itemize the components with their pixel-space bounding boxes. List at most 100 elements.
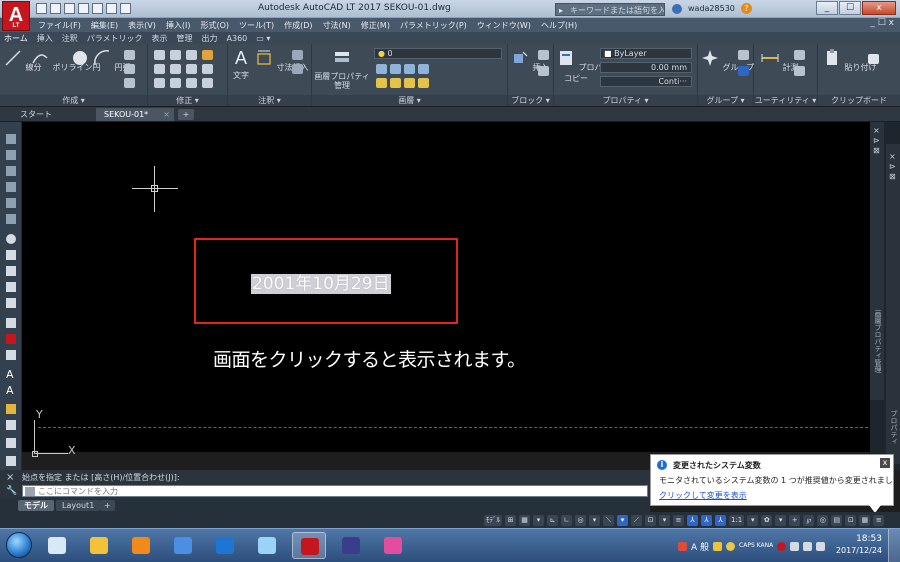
panel-annotation-title[interactable]: 注釈 ▾: [228, 95, 311, 106]
start-button[interactable]: [6, 532, 32, 558]
tab-annotate[interactable]: 注釈: [62, 33, 78, 44]
status-tool-15-icon[interactable]: ⅄: [701, 514, 712, 526]
status-tool-0-icon[interactable]: ﾓﾃﾞﾙ: [484, 514, 502, 526]
palette-a-controls[interactable]: × ⊳ ⊠: [873, 126, 880, 156]
stretch-icon[interactable]: [154, 78, 165, 88]
draw-tool-2-icon[interactable]: [6, 150, 16, 160]
user-icon[interactable]: [672, 3, 682, 14]
panel-clipboard-title[interactable]: クリップボード: [818, 95, 900, 106]
status-tool-18-icon[interactable]: ▾: [747, 514, 759, 526]
drawing-canvas[interactable]: 2001年10月29日 画面をクリックすると表示されます。 Y X: [22, 122, 870, 457]
edit-block-icon[interactable]: [538, 66, 549, 76]
properties-button[interactable]: プロパティ コピー: [556, 48, 618, 84]
leader-tool-icon[interactable]: [6, 404, 16, 414]
menu-view[interactable]: 表示(V): [128, 20, 156, 31]
rotate-icon[interactable]: [170, 50, 181, 60]
file-manager-app-button[interactable]: [82, 532, 116, 559]
id-point-icon[interactable]: [794, 50, 805, 60]
erase-icon[interactable]: [202, 50, 213, 60]
app-4-button[interactable]: [166, 532, 200, 559]
layer-tool-3-icon[interactable]: [404, 64, 415, 74]
draw-tool-5-icon[interactable]: [6, 198, 16, 208]
copy-clip-icon[interactable]: [868, 54, 879, 64]
color-dropdown[interactable]: ■ ByLayer: [600, 48, 692, 59]
app-menu-logo[interactable]: A LT: [2, 1, 30, 31]
layer-tool-5-icon[interactable]: [376, 78, 387, 88]
menu-insert[interactable]: 挿入(I): [166, 20, 191, 31]
menu-format[interactable]: 形式(O): [200, 20, 229, 31]
notification-link[interactable]: クリックして変更を表示: [659, 490, 747, 501]
lineweight-dropdown[interactable]: 0.00 mm: [600, 62, 692, 73]
open-icon[interactable]: [50, 3, 61, 14]
status-tool-23-icon[interactable]: ◎: [817, 514, 829, 526]
layer-properties-palette[interactable]: × ⊳ ⊠ 画層プロパティ管理: [870, 122, 884, 400]
offset-icon[interactable]: [202, 78, 213, 88]
properties-palette[interactable]: × ⊳ ⊠ プロパティ: [886, 144, 900, 464]
trim-tool-icon[interactable]: [6, 298, 16, 308]
draw-tool-3-icon[interactable]: [6, 166, 16, 176]
gradient-icon[interactable]: [124, 78, 135, 88]
tab-insert[interactable]: 挿入: [37, 33, 53, 44]
circle-tool-icon[interactable]: [6, 234, 16, 244]
layer-tool-4-icon[interactable]: [418, 64, 429, 74]
ime-indicator[interactable]: A 般: [691, 540, 709, 553]
close-tab-icon[interactable]: ×: [163, 108, 170, 121]
layer-tool-2-icon[interactable]: [390, 64, 401, 74]
line-button[interactable]: 線分: [3, 48, 42, 73]
file-tab-start[interactable]: スタート: [12, 108, 60, 121]
tab-layout1[interactable]: Layout1: [56, 500, 101, 511]
panel-properties-title[interactable]: プロパティ ▾: [554, 95, 697, 106]
linetype-dropdown[interactable]: Conti···: [600, 76, 692, 87]
tab-output[interactable]: 出力: [202, 33, 218, 44]
status-tool-1-icon[interactable]: ⊞: [505, 514, 516, 526]
menu-tools[interactable]: ツール(T): [239, 20, 274, 31]
modify-tool-1-icon[interactable]: [6, 318, 16, 328]
firefox-app-button[interactable]: [124, 532, 158, 559]
add-layout-button[interactable]: +: [100, 500, 115, 511]
menu-help[interactable]: ヘルプ(H): [541, 20, 577, 31]
status-tool-6-icon[interactable]: ◎: [575, 514, 586, 526]
calculator-icon[interactable]: [794, 66, 805, 76]
status-tool-12-icon[interactable]: ▾: [659, 514, 670, 526]
group-button[interactable]: グループ: [700, 48, 754, 73]
show-desktop-button[interactable]: [888, 529, 900, 562]
snap-tool-icon[interactable]: [6, 250, 16, 260]
panel-block-title[interactable]: ブロック ▾: [508, 95, 553, 106]
draw-tool-4-icon[interactable]: [6, 182, 16, 192]
file-tab-sekou-01[interactable]: SEKOU-01* ×: [96, 108, 174, 121]
print-icon[interactable]: [92, 3, 103, 14]
tool-palette-icon[interactable]: [6, 456, 16, 466]
table-icon[interactable]: [292, 64, 303, 74]
volume-icon[interactable]: [803, 541, 813, 551]
action-center-icon[interactable]: [790, 541, 800, 551]
menu-dimension[interactable]: 寸法(N): [323, 20, 351, 31]
tray-flag-icon[interactable]: [678, 541, 687, 551]
explorer-app-button[interactable]: [40, 532, 74, 559]
mirror-icon[interactable]: [170, 64, 181, 74]
app-6-button[interactable]: [250, 532, 284, 559]
draw-tool-6-icon[interactable]: [6, 214, 16, 224]
panel-groups-title[interactable]: グループ ▾: [698, 95, 753, 106]
keyword-search-input[interactable]: キーワードまたは語句を入力: [555, 3, 665, 16]
group-select-icon[interactable]: [738, 66, 749, 76]
autocad-app-button[interactable]: [292, 532, 326, 559]
new-icon[interactable]: [36, 3, 47, 14]
trim-icon[interactable]: [186, 50, 197, 60]
explode-icon[interactable]: [202, 64, 213, 74]
panel-utilities-title[interactable]: ユーティリティ ▾: [754, 95, 817, 106]
menu-file[interactable]: ファイル(F): [38, 20, 81, 31]
leader-icon[interactable]: [292, 50, 303, 60]
selected-date-text[interactable]: 2001年10月29日: [251, 274, 391, 294]
status-tool-16-icon[interactable]: ⅄: [715, 514, 726, 526]
panel-draw-title[interactable]: 作成 ▾: [0, 95, 147, 106]
measure-button[interactable]: 計測: [760, 48, 799, 73]
status-tool-8-icon[interactable]: ⟍: [603, 514, 614, 526]
status-tool-7-icon[interactable]: ▾: [589, 514, 600, 526]
command-line-close-icon[interactable]: ×: [6, 472, 14, 483]
zoom-tool-icon[interactable]: [6, 420, 16, 430]
status-tool-3-icon[interactable]: ▾: [533, 514, 544, 526]
tab-view[interactable]: 表示: [152, 33, 168, 44]
draw-tool-1-icon[interactable]: [6, 134, 16, 144]
move-icon[interactable]: [154, 50, 165, 60]
circle-button[interactable]: 円: [70, 48, 101, 73]
